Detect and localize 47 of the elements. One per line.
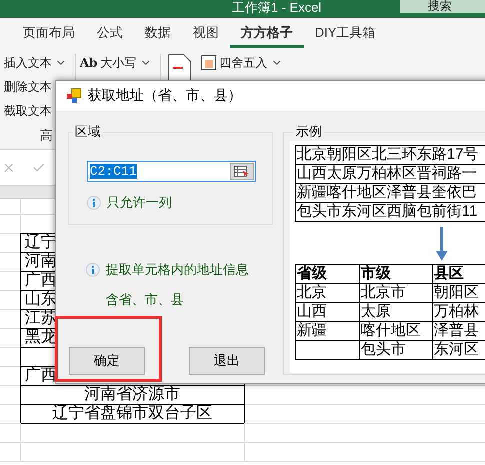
ribbon-tab[interactable]: 页面布局	[12, 18, 86, 48]
table-cell: 河南省济源市	[20, 385, 245, 405]
info-detail: 含省、市、县	[106, 291, 184, 309]
range-field[interactable]: C2:C11	[87, 161, 256, 182]
table-cell: 新疆喀什地区泽普县奎依巴	[296, 184, 485, 202]
table-cell: 包头市	[360, 340, 432, 360]
down-arrow-icon	[436, 227, 448, 261]
group-title: 示例	[295, 123, 323, 141]
range-picker-button[interactable]	[230, 163, 254, 180]
info-icon	[87, 196, 101, 210]
table-cell: 朝阳区	[432, 284, 485, 302]
table-cell: 北京	[296, 284, 360, 302]
ribbon-tab[interactable]: 视图	[182, 18, 230, 48]
table-cell: 喀什地区	[360, 322, 432, 340]
table-cell: 山西	[296, 302, 360, 322]
ribbon-tab[interactable]: 公式	[86, 18, 134, 48]
search-field[interactable]: 搜索	[400, 0, 485, 13]
dialog-button[interactable]: 退出	[189, 347, 265, 375]
column-header: 县区	[432, 264, 485, 284]
table-cell: 新疆	[296, 322, 360, 340]
table-cell: 辽宁省盘锦市双台子区	[20, 404, 245, 424]
column-header: 市级	[360, 264, 432, 284]
ribbon-tab[interactable]: 数据	[134, 18, 182, 48]
window-title: 工作簿1 - Excel	[232, 1, 322, 14]
table-cell: 山西太原万柏林区晋祠路一	[296, 164, 485, 184]
app-icon	[66, 88, 82, 104]
hint-text: 只允许一列	[107, 194, 172, 212]
table-cell: 东河区	[432, 340, 485, 360]
info-icon	[86, 263, 100, 277]
table-cell: 北京朝阳区北三环东路17号	[296, 146, 485, 164]
table-cell: 泽普县	[432, 322, 485, 340]
table-cell: 北京市	[360, 284, 432, 302]
ribbon-tab[interactable]: 方方格子	[230, 18, 304, 48]
table-icon	[200, 55, 217, 71]
case-button[interactable]: Ab 大小写	[80, 54, 152, 72]
column-header: 省级	[296, 264, 360, 284]
ribbon-tab[interactable]: DIY工具箱	[304, 18, 387, 48]
grid-icon	[234, 166, 250, 177]
table-cell: 万柏林	[432, 302, 485, 322]
group-title: 区域	[74, 123, 102, 141]
ribbon-item[interactable]: 插入文本	[4, 54, 67, 72]
table-cell: 包头市东河区西脑包前街11	[296, 202, 485, 222]
group-label: 高	[40, 127, 53, 145]
round-button[interactable]: 四舍五入	[200, 54, 283, 72]
table-cell: 太原	[360, 302, 432, 322]
dialog-button[interactable]: 确定	[69, 347, 145, 375]
dialog-title: 获取地址（省、市、县）	[88, 87, 242, 105]
